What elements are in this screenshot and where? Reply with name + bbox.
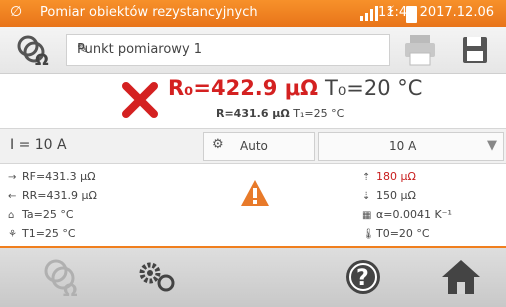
result-r0: R₀=422.9 μΩ	[168, 76, 319, 100]
alpha-value: α=0.0041 K⁻¹	[376, 208, 452, 221]
home-icon[interactable]	[436, 256, 486, 298]
bottom-bar: Ω ?	[0, 248, 506, 307]
measurement-point-field[interactable]: Punkt pomiarowy 1 ✎	[66, 34, 390, 66]
svg-text:?: ?	[356, 266, 369, 291]
fail-cross-icon	[122, 82, 158, 118]
rr-value: RR=431.9 μΩ	[22, 189, 97, 202]
t1-value: T1=25 °C	[22, 227, 76, 240]
limit-max-value: 180 μΩ	[376, 170, 416, 183]
rf-value: RF=431.3 μΩ	[22, 170, 96, 183]
toolbar: Ω Punkt pomiarowy 1 ✎	[0, 27, 506, 74]
t0-value: T0=20 °C	[376, 227, 430, 240]
details-left: → RF=431.3 μΩ ← RR=431.9 μΩ ⌂ Ta=25 °C ⚘ T1=…	[8, 168, 97, 244]
result-secondary: R=431.6 μΩ T₁=25 °C	[216, 107, 344, 120]
forward-arrow-icon: →	[8, 172, 17, 183]
mode-button[interactable]: ⚙ Auto	[203, 132, 315, 161]
result-r: R=431.6 μΩ	[216, 107, 290, 120]
measurement-mode-icon[interactable]: Ω	[12, 32, 58, 68]
ambient-home-icon: ⌂	[8, 210, 15, 221]
svg-text:Ω: Ω	[35, 50, 49, 68]
ta-value: Ta=25 °C	[22, 208, 74, 221]
svg-text:Ω: Ω	[63, 281, 77, 298]
details-right: ⇡ 180 μΩ ⇣ 150 μΩ ▦ α=0.0041 K⁻¹ 🌡T0=20 °C	[362, 168, 452, 244]
settings-row: I = 10 A ⚙ Auto 10 A ▼	[0, 128, 506, 164]
current-range-select[interactable]: 10 A ▼	[318, 132, 504, 161]
upper-limit-icon: ⇡	[362, 172, 371, 183]
clock: 11:42 2017.12.06	[377, 5, 494, 20]
window-title: Pomiar obiektów rezystancyjnych	[40, 5, 258, 20]
current-range-value: 10 A	[389, 139, 417, 153]
lower-limit-icon: ⇣	[362, 191, 371, 202]
object-temp-icon: ⚘	[8, 229, 17, 240]
dropdown-arrow-icon: ▼	[487, 138, 497, 153]
mode-label: Auto	[240, 139, 268, 153]
signal-icon	[360, 6, 378, 21]
printer-icon[interactable]	[394, 32, 446, 68]
status-bar: ∅ Pomiar obiektów rezystancyjnych ⚡ 11:4…	[0, 0, 506, 27]
settings-gears-icon[interactable]	[132, 256, 182, 298]
result-t1: T₁=25 °C	[293, 107, 345, 120]
auto-trigger-icon: ⚙	[212, 137, 224, 152]
reverse-arrow-icon: ←	[8, 191, 17, 202]
result-panel: R₀=422.9 μΩ T₀=20 °C R=431.6 μΩ T₁=25 °C	[0, 74, 506, 126]
result-t0: T₀=20 °C	[325, 76, 423, 100]
measurement-mode-disabled-icon[interactable]: Ω	[38, 256, 88, 298]
edit-pencil-icon[interactable]: ✎	[77, 42, 383, 57]
warning-icon	[241, 180, 269, 206]
thermometer-icon: 🌡	[362, 229, 375, 240]
current-value: I = 10 A	[10, 137, 67, 153]
help-icon[interactable]: ?	[338, 256, 388, 298]
probe-icon: ∅	[10, 4, 23, 20]
limit-min-value: 150 μΩ	[376, 189, 416, 202]
alpha-coefficient-icon: ▦	[362, 210, 372, 221]
details-panel: → RF=431.3 μΩ ← RR=431.9 μΩ ⌂ Ta=25 °C ⚘ T1=…	[0, 164, 506, 246]
save-icon[interactable]	[448, 32, 500, 68]
